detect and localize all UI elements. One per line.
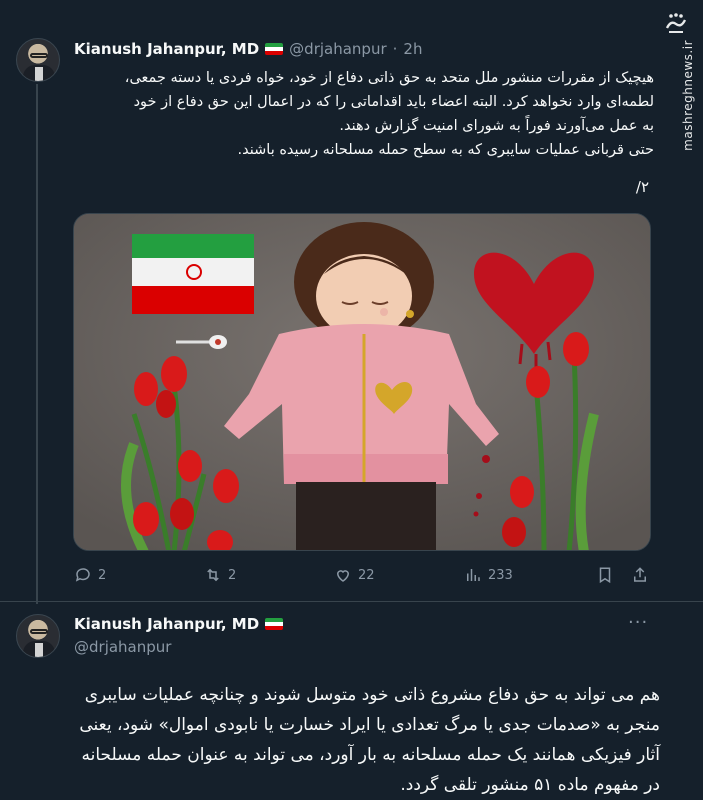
tweet-text-line: به عمل می‌آورند فوراً به شورای امنیت گزا… [339,118,654,134]
views-icon [467,569,480,581]
tweet-text: هیچیک از مقررات منشور ملل متحد به حق ذات… [74,66,654,162]
more-options-button[interactable]: ··· [628,612,648,633]
iran-flag-icon [265,43,284,55]
tweet-1[interactable]: Kianush Jahanpur, MD @drjahanpur · 2h هی… [0,0,660,604]
iran-flag-icon [265,618,284,630]
mashregh-logo-icon [665,13,687,33]
bookmark-icon [599,567,611,584]
avatar[interactable] [16,614,60,658]
timestamp[interactable]: 2h [403,40,422,58]
avatar[interactable] [16,38,60,82]
views-button[interactable]: 233 [464,566,513,584]
repost-icon [207,568,219,582]
tweet-2-header: Kianush Jahanpur, MD [74,615,284,633]
tweet-text-line: لطمه‌ای وارد نخواهد کرد. البته اعضاء بای… [133,94,654,110]
tweet-text-line: هم می تواند به حق دفاع مشروع ذاتی خود مت… [84,685,660,705]
tweet-text-line: آثار فیزیکی همانند یک حمله مسلحانه به با… [81,745,660,765]
separator-dot: · [392,40,398,58]
tweet-text-line: در مفهوم ماده ۵۱ منشور تلقی گردد. [400,775,660,795]
bookmark-button[interactable] [596,566,614,584]
share-icon [634,567,646,582]
author-name[interactable]: Kianush Jahanpur, MD [74,615,259,633]
tweet-divider [0,601,703,602]
thread-number: ۲/ [635,178,649,196]
author-handle[interactable]: @drjahanpur [74,638,171,656]
repost-count: 2 [228,567,237,583]
tweet-text-line: هیچیک از مقررات منشور ملل متحد به حق ذات… [124,70,654,86]
tweet-header: Kianush Jahanpur, MD @drjahanpur · 2h [74,40,422,58]
reply-icon [75,568,90,582]
thread-line [36,84,38,604]
like-button[interactable]: 22 [334,566,375,584]
iran-flag-image [132,234,254,314]
tweet-2-text: هم می تواند به حق دفاع مشروع ذاتی خود مت… [30,680,660,800]
tweet-text-line: حتی قربانی عملیات سایبری که به سطح حمله … [237,142,654,158]
tweet-image[interactable] [73,213,651,551]
share-button[interactable] [631,566,649,584]
watermark: mashreghnews.ir [657,0,703,151]
watermark-site: mashreghnews.ir [681,40,695,151]
repost-button[interactable]: 2 [204,566,236,584]
tweet-text-line: منجر به «صدمات جدی یا مرگ تعدادی یا ایرا… [79,715,660,735]
reply-count: 2 [98,567,107,583]
view-count: 233 [488,567,513,583]
child-illustration-image [74,214,650,550]
tweet-actions: 2 2 22 233 [74,566,654,588]
heart-icon [336,570,350,582]
reply-button[interactable]: 2 [74,566,106,584]
author-name[interactable]: Kianush Jahanpur, MD [74,40,259,58]
author-handle[interactable]: @drjahanpur [289,40,386,58]
like-count: 22 [358,567,375,583]
